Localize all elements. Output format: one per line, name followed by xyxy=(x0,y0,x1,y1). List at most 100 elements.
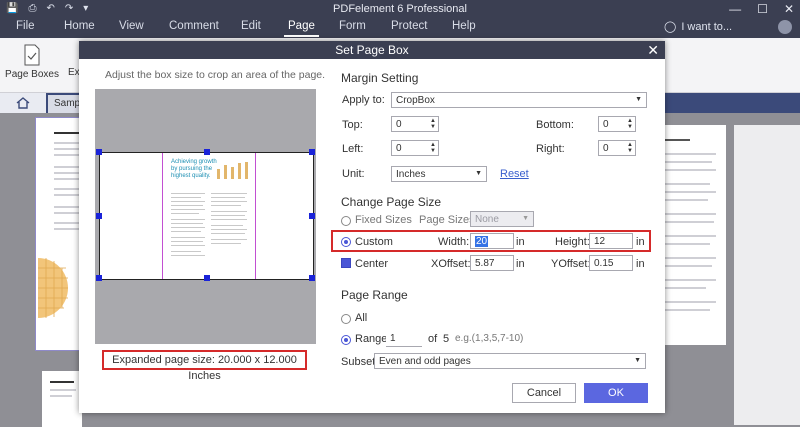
stepper-icon[interactable]: ▲ ▼ xyxy=(626,142,634,154)
extract-button[interactable]: Ex xyxy=(68,67,80,78)
subset-label: Subset: xyxy=(341,356,379,368)
top-label: Top: xyxy=(342,119,363,131)
range-hint: e.g.(1,3,5,7-10) xyxy=(455,333,524,344)
page-sizes-select: None ▼ xyxy=(470,211,534,227)
yoffset-unit: in xyxy=(636,258,645,270)
minimize-icon[interactable]: — xyxy=(729,2,741,16)
custom-label: Custom xyxy=(355,236,393,248)
right-label: Right: xyxy=(536,143,565,155)
center-checkbox[interactable] xyxy=(341,258,351,268)
home-button[interactable] xyxy=(0,93,46,113)
height-label: Height: xyxy=(555,236,590,248)
width-field[interactable]: 20 xyxy=(470,233,514,249)
subset-select[interactable]: Even and odd pages ▼ xyxy=(374,353,646,369)
of-label: of xyxy=(428,333,438,345)
top-value: 0 xyxy=(396,119,402,130)
page-thumbnail[interactable] xyxy=(42,371,82,427)
tab-page[interactable]: Page xyxy=(284,20,319,37)
crop-handle[interactable] xyxy=(204,149,210,155)
unit-label: Unit: xyxy=(342,168,365,180)
crop-handle[interactable] xyxy=(204,275,210,281)
bottom-label: Bottom: xyxy=(536,119,574,131)
top-field[interactable]: 0 ▲ ▼ xyxy=(391,116,439,132)
width-label: Width: xyxy=(438,236,470,248)
tab-file[interactable]: File xyxy=(16,20,35,32)
crop-handle[interactable] xyxy=(96,213,102,219)
total-pages: 5 xyxy=(443,333,450,345)
fixed-sizes-label: Fixed Sizes xyxy=(355,214,412,226)
stepper-icon[interactable]: ▲ ▼ xyxy=(626,118,634,130)
crop-box[interactable]: Achieving growth by pursuing the highest… xyxy=(96,149,315,281)
tab-comment[interactable]: Comment xyxy=(169,20,219,32)
lightbulb-icon: ◯ xyxy=(664,21,677,33)
page-thumbnail xyxy=(734,125,800,425)
width-unit: in xyxy=(516,236,525,248)
app-title: PDFelement 6 Professional xyxy=(333,3,467,15)
yoffset-label: YOffset: xyxy=(551,258,591,270)
crop-handle[interactable] xyxy=(309,275,315,281)
crop-handle[interactable] xyxy=(309,213,315,219)
dialog-title: Set Page Box xyxy=(335,43,409,57)
left-value: 0 xyxy=(396,143,402,154)
home-icon xyxy=(16,97,30,109)
tab-view[interactable]: View xyxy=(119,20,144,32)
tab-edit[interactable]: Edit xyxy=(241,20,261,32)
height-value: 12 xyxy=(594,236,606,247)
stepper-icon[interactable]: ▲ ▼ xyxy=(429,142,437,154)
window-controls: — ☐ ✕ xyxy=(729,2,794,16)
left-field[interactable]: 0 ▲ ▼ xyxy=(391,140,439,156)
range-from-field[interactable]: 1 xyxy=(386,331,422,347)
custom-radio[interactable] xyxy=(341,237,351,247)
search-box[interactable]: ◯ I want to... xyxy=(664,20,733,34)
bottom-field[interactable]: 0 ▲ ▼ xyxy=(598,116,636,132)
bottom-value: 0 xyxy=(603,119,609,130)
tab-form[interactable]: Form xyxy=(339,20,366,32)
chevron-down-icon: ▼ xyxy=(522,215,529,222)
all-pages-label: All xyxy=(355,312,368,324)
tab-help[interactable]: Help xyxy=(452,20,476,32)
search-label: I want to... xyxy=(681,20,733,33)
unit-value: Inches xyxy=(396,169,426,180)
dialog-titlebar: Set Page Box ✕ xyxy=(79,41,665,59)
right-field[interactable]: 0 ▲ ▼ xyxy=(598,140,636,156)
preview-chart xyxy=(215,161,251,179)
height-field[interactable]: 12 xyxy=(589,233,633,249)
close-icon[interactable]: ✕ xyxy=(647,41,659,59)
stepper-icon[interactable]: ▲ ▼ xyxy=(429,118,437,130)
tab-protect[interactable]: Protect xyxy=(391,20,427,32)
right-value: 0 xyxy=(603,143,609,154)
set-page-box-dialog: Set Page Box ✕ Adjust the box size to cr… xyxy=(79,41,665,413)
crop-handle[interactable] xyxy=(96,149,102,155)
dialog-body: Adjust the box size to crop an area of t… xyxy=(79,59,665,413)
avatar[interactable] xyxy=(778,20,792,34)
crop-handle[interactable] xyxy=(309,149,315,155)
close-icon[interactable]: ✕ xyxy=(784,2,794,16)
page-boxes-button[interactable]: Page Boxes xyxy=(4,44,60,80)
all-pages-radio[interactable] xyxy=(341,314,351,324)
unit-select[interactable]: Inches ▼ xyxy=(391,166,487,182)
xoffset-unit: in xyxy=(516,258,525,270)
range-from-value: 1 xyxy=(390,333,396,344)
cancel-button[interactable]: Cancel xyxy=(512,383,576,403)
crop-handle[interactable] xyxy=(96,275,102,281)
tab-home[interactable]: Home xyxy=(64,20,95,32)
fixed-sizes-radio[interactable] xyxy=(341,216,351,226)
xoffset-field[interactable]: 5.87 xyxy=(470,255,514,271)
page-sizes-value: None xyxy=(475,214,499,225)
globe-graphic xyxy=(38,258,68,318)
xoffset-label: XOffset: xyxy=(431,258,471,270)
change-page-size-heading: Change Page Size xyxy=(341,195,442,209)
width-value: 20 xyxy=(475,236,489,247)
left-label: Left: xyxy=(342,143,364,155)
yoffset-field[interactable]: 0.15 xyxy=(589,255,633,271)
page-boxes-icon xyxy=(24,44,40,66)
maximize-icon[interactable]: ☐ xyxy=(757,2,768,16)
ok-button[interactable]: OK xyxy=(584,383,648,403)
chevron-down-icon: ▼ xyxy=(635,96,642,103)
xoffset-value: 5.87 xyxy=(475,258,495,269)
page-boxes-label: Page Boxes xyxy=(5,69,59,80)
height-unit: in xyxy=(636,236,645,248)
reset-link[interactable]: Reset xyxy=(500,168,529,180)
apply-to-select[interactable]: CropBox ▼ xyxy=(391,92,647,108)
range-radio[interactable] xyxy=(341,335,351,345)
